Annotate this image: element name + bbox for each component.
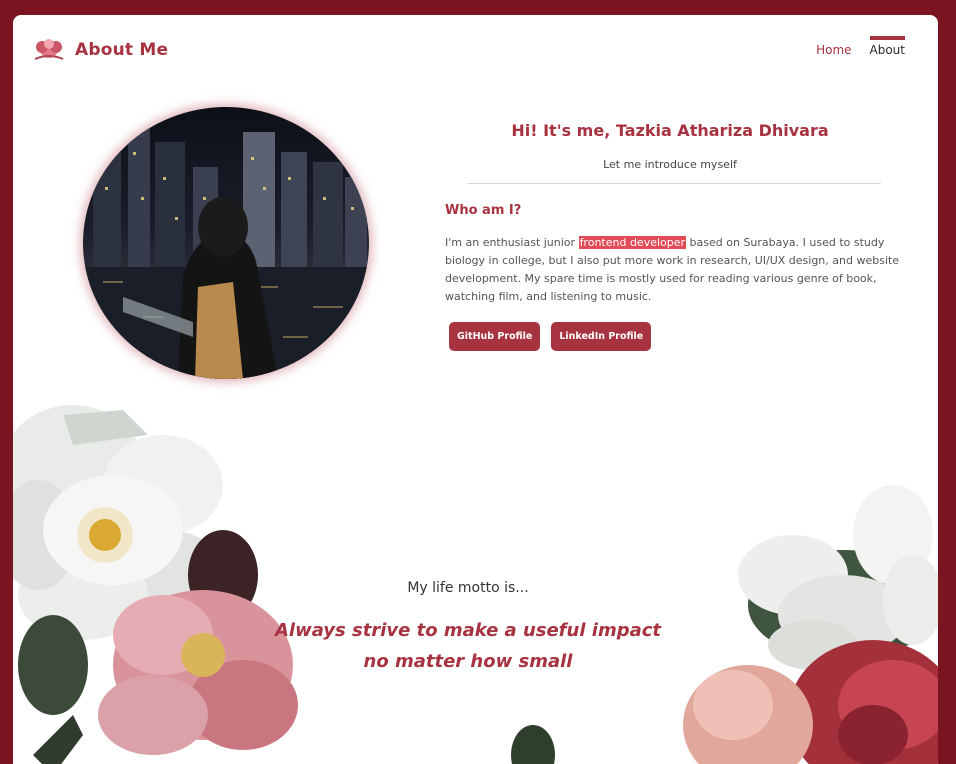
divider [467, 183, 881, 184]
motto-line-2: no matter how small [363, 651, 573, 672]
page-card: About Me Home About Hi! It's me, Tazkia … [13, 15, 938, 764]
profile-buttons: GitHub Profile LinkedIn Profile [449, 322, 895, 351]
flower-logo-icon [34, 39, 64, 60]
bio-text: I'm an enthusiast junior frontend develo… [445, 234, 900, 306]
main-nav: Home About [816, 36, 906, 57]
motto-quote: Always strive to make a useful impact no… [13, 615, 938, 677]
brand-title: About Me [75, 40, 169, 60]
bio-highlight: frontend developer [578, 236, 687, 249]
nav-link-home[interactable]: Home [816, 39, 851, 57]
motto-line-1: Always strive to make a useful impact [274, 620, 661, 641]
page-title: Hi! It's me, Tazkia Athariza Dhivara [511, 121, 829, 140]
profile-photo [83, 107, 369, 379]
brand[interactable]: About Me [31, 35, 168, 65]
linkedin-profile-button[interactable]: LinkedIn Profile [551, 322, 652, 351]
intro-section: Hi! It's me, Tazkia Athariza Dhivara Let… [445, 121, 899, 351]
bio-text-start: I'm an enthusiast junior [445, 236, 579, 249]
motto-section: My life motto is... Always strive to mak… [13, 580, 938, 677]
github-profile-button[interactable]: GitHub Profile [449, 322, 541, 351]
section-heading: Who am I? [445, 203, 522, 218]
motto-lead: My life motto is... [407, 580, 529, 596]
page-subtitle: Let me introduce myself [603, 158, 737, 171]
nav-link-about[interactable]: About [869, 36, 906, 57]
